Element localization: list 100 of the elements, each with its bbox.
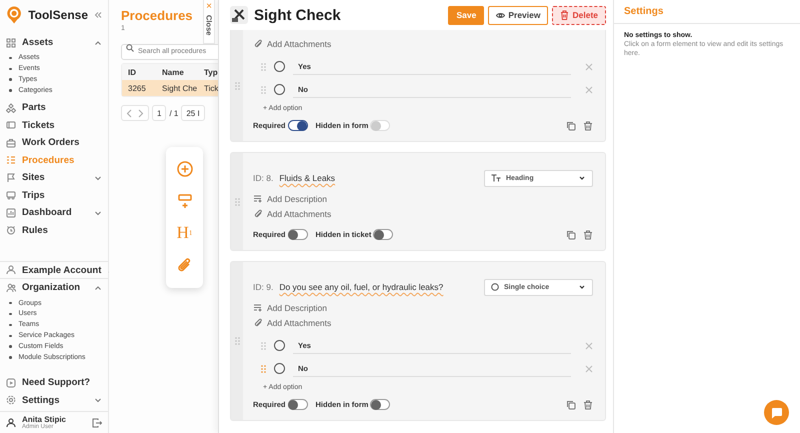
copy-icon[interactable] xyxy=(566,230,576,240)
question-title[interactable]: Fluids & Leaks xyxy=(279,173,336,183)
chevron-icon xyxy=(94,396,102,404)
eye-icon xyxy=(496,12,506,18)
nav-item[interactable]: Tickets xyxy=(0,116,108,134)
nav-item[interactable]: Work Orders xyxy=(0,134,108,152)
column-header[interactable]: ID xyxy=(122,68,156,76)
add-button[interactable] xyxy=(176,160,194,178)
toggle-switch[interactable] xyxy=(288,399,308,410)
drag-handle-icon[interactable] xyxy=(261,342,266,350)
chevron-right-icon[interactable] xyxy=(138,108,144,118)
add-lines-icon xyxy=(253,303,263,312)
question-title[interactable]: Do you see any oil, fuel, or hydraulic leaks? xyxy=(279,282,444,292)
radio-icon xyxy=(491,283,499,291)
tools-icon xyxy=(230,6,248,24)
question-id: ID: 9. xyxy=(253,282,274,292)
person-icon xyxy=(6,265,16,276)
collapse-icon[interactable] xyxy=(94,11,102,19)
add-attachments-link[interactable]: Add Attachments xyxy=(253,36,332,51)
brand-name: ToolSense xyxy=(28,8,88,22)
add-lines-icon xyxy=(253,194,263,203)
close-icon[interactable] xyxy=(585,62,593,70)
user-icon xyxy=(6,418,16,428)
ticket-icon xyxy=(6,120,16,130)
radio-button[interactable] xyxy=(274,363,285,374)
logout-icon[interactable] xyxy=(92,418,102,428)
trash-icon[interactable] xyxy=(583,230,593,240)
procedure-title[interactable]: Sight Check xyxy=(254,6,341,24)
trash-icon xyxy=(560,10,570,20)
close-icon[interactable] xyxy=(585,364,593,372)
nav-item[interactable]: Parts xyxy=(0,99,108,117)
panel-title: Settings xyxy=(614,0,800,24)
paperclip-icon xyxy=(253,208,263,218)
briefcase-icon xyxy=(6,138,16,148)
drag-handle-icon[interactable] xyxy=(234,198,240,206)
trash-icon[interactable] xyxy=(583,400,593,410)
trash-icon[interactable] xyxy=(583,120,593,130)
close-icon[interactable] xyxy=(585,342,593,350)
nav-item[interactable]: Settings xyxy=(0,392,108,409)
nav-item[interactable]: Rules xyxy=(0,222,108,240)
paperclip-icon xyxy=(253,38,263,48)
add-description-link[interactable]: Add Description xyxy=(253,300,328,315)
toggle-switch[interactable] xyxy=(288,120,308,131)
chevron-icon xyxy=(94,284,102,292)
page-size-dropdown[interactable]: 25 I xyxy=(181,105,205,121)
drag-handle-icon[interactable] xyxy=(261,86,266,94)
add-description-link[interactable]: Add Description xyxy=(253,191,328,206)
add-section-button[interactable] xyxy=(176,192,194,210)
toggle-switch[interactable] xyxy=(373,229,394,240)
close-icon[interactable] xyxy=(585,86,593,94)
cubes-icon xyxy=(6,102,16,113)
chat-icon xyxy=(770,406,782,418)
drag-handle-icon[interactable] xyxy=(234,337,240,345)
column-header[interactable]: Typ xyxy=(198,68,218,76)
user-name: Anita Stipic xyxy=(22,415,66,424)
text-size-icon xyxy=(491,174,501,182)
column-header[interactable]: Name xyxy=(156,68,198,76)
nav-item[interactable]: Assets xyxy=(0,34,108,52)
search-icon xyxy=(126,44,134,52)
table-cell-text: 3265 xyxy=(127,84,147,92)
table-cell-text: Sight Che xyxy=(161,84,198,92)
toggle-switch[interactable] xyxy=(288,229,308,240)
drag-handle-icon[interactable] xyxy=(261,62,266,70)
drag-handle-icon[interactable] xyxy=(261,364,266,372)
add-attachments-link[interactable]: Add Attachments xyxy=(253,315,332,330)
clock-icon xyxy=(6,225,16,236)
flag-icon xyxy=(6,172,16,183)
copy-icon[interactable] xyxy=(566,120,576,130)
page-number-field[interactable]: 1 xyxy=(152,105,166,121)
drag-handle-icon[interactable] xyxy=(234,82,240,90)
chevron-icon xyxy=(94,174,102,182)
toggle-switch[interactable] xyxy=(370,399,390,410)
radio-button[interactable] xyxy=(274,340,285,351)
copy-icon[interactable] xyxy=(566,400,576,410)
truck-icon xyxy=(6,190,16,200)
caret-icon xyxy=(578,283,586,291)
chart-icon xyxy=(6,208,16,218)
nav-item[interactable]: Dashboard xyxy=(0,204,108,222)
chevron-left-icon[interactable] xyxy=(126,108,132,118)
radio-button[interactable] xyxy=(274,84,285,95)
chat-button[interactable] xyxy=(764,400,789,425)
nav-item[interactable]: Organization xyxy=(0,279,108,297)
help-icon xyxy=(6,378,16,388)
gear-icon xyxy=(6,395,16,406)
add-attachments-link[interactable]: Add Attachments xyxy=(253,206,332,221)
grid-icon xyxy=(6,38,16,48)
chevron-icon xyxy=(94,208,102,217)
people-icon xyxy=(6,282,16,293)
question-id: ID: 8. xyxy=(253,173,274,183)
nav-item[interactable]: Sites xyxy=(0,169,108,187)
preview-button[interactable]: Preview xyxy=(488,6,548,24)
nav-item[interactable]: Need Support? xyxy=(0,374,108,392)
nav-item[interactable]: Trips xyxy=(0,186,108,204)
chevron-icon xyxy=(94,38,102,47)
paperclip-icon xyxy=(253,318,263,328)
caret-icon xyxy=(578,174,586,182)
logo-icon xyxy=(6,4,22,26)
radio-button[interactable] xyxy=(274,61,285,72)
list-icon xyxy=(6,155,16,166)
page-total: / 1 xyxy=(169,108,178,118)
